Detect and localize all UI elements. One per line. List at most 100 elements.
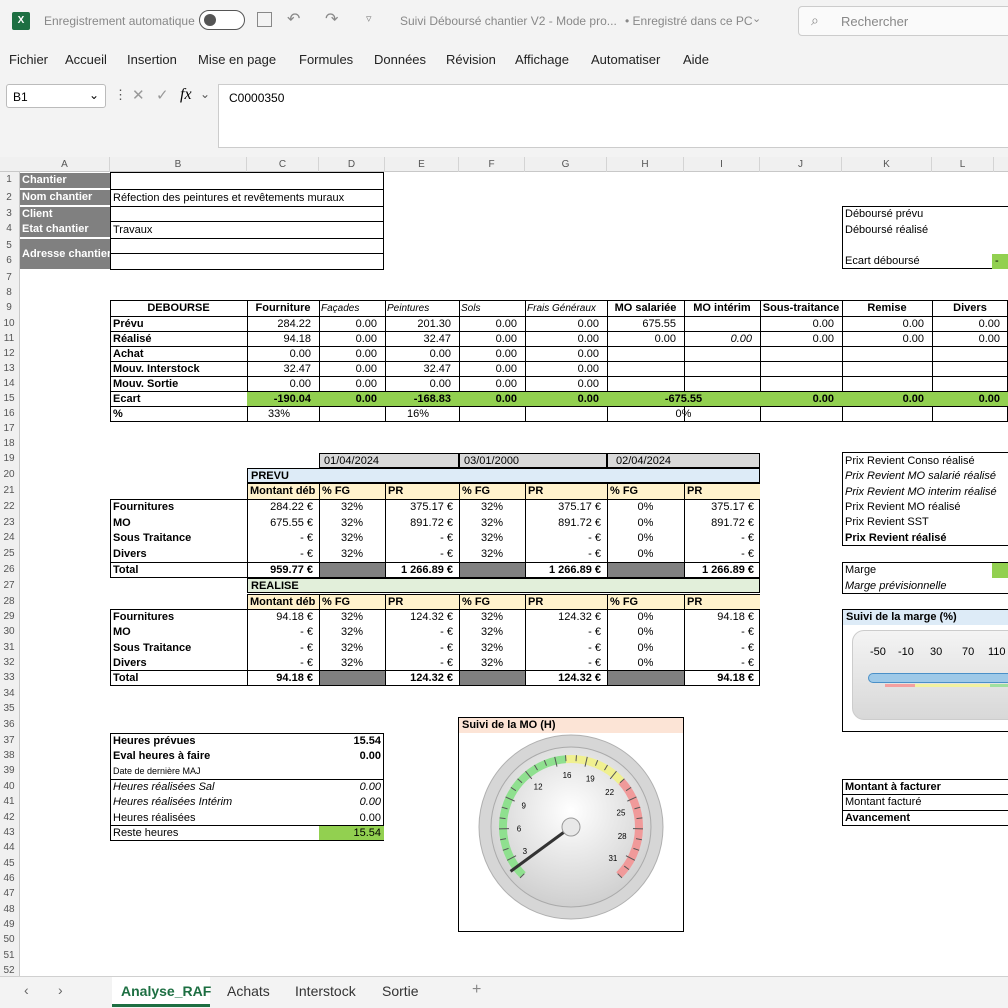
debourse-cell[interactable]: 0.00 bbox=[607, 332, 676, 347]
row-header-30[interactable]: 30 bbox=[0, 624, 18, 639]
qat-more-icon[interactable]: ▿ bbox=[366, 12, 372, 25]
row-header-21[interactable]: 21 bbox=[0, 483, 18, 498]
row-header-49[interactable]: 49 bbox=[0, 917, 18, 932]
col-header-d[interactable]: D bbox=[319, 157, 385, 172]
row-header-31[interactable]: 31 bbox=[0, 640, 18, 655]
debourse-cell[interactable]: 32.47 bbox=[385, 362, 451, 377]
debourse-cell[interactable]: 201.30 bbox=[385, 317, 451, 332]
next-sheet-icon[interactable]: › bbox=[58, 982, 63, 998]
row-header-9[interactable]: 9 bbox=[0, 300, 18, 315]
row-header-4[interactable]: 4 bbox=[0, 221, 18, 236]
row-header-1[interactable]: 1 bbox=[0, 172, 18, 187]
col-header-g[interactable]: G bbox=[525, 157, 607, 172]
col-header-j[interactable]: J bbox=[760, 157, 842, 172]
prevu-cell[interactable]: 891.72 € bbox=[525, 516, 601, 531]
debourse-cell[interactable]: 0.00 bbox=[459, 317, 517, 332]
debourse-cell[interactable]: 0.00 bbox=[247, 377, 311, 392]
realise-cell[interactable]: 32% bbox=[459, 656, 525, 671]
menu-automatiser[interactable]: Automatiser bbox=[591, 52, 660, 67]
col-header-e[interactable]: E bbox=[385, 157, 459, 172]
row-header-39[interactable]: 39 bbox=[0, 763, 18, 778]
debourse-cell[interactable]: 0.00 bbox=[319, 377, 377, 392]
marge-value[interactable] bbox=[992, 563, 1008, 578]
debourse-cell[interactable]: 0.00 bbox=[842, 332, 924, 347]
debourse-cell[interactable]: 0.00 bbox=[525, 377, 599, 392]
menu-affichage[interactable]: Affichage bbox=[515, 52, 569, 67]
cancel-icon[interactable]: ✕ bbox=[132, 86, 145, 104]
realise-cell[interactable]: 124.32 € bbox=[525, 671, 601, 686]
row-header-15[interactable]: 15 bbox=[0, 391, 18, 406]
menu-revision[interactable]: Révision bbox=[446, 52, 496, 67]
debourse-cell[interactable]: 0.00 bbox=[319, 362, 377, 377]
realise-cell[interactable]: - € bbox=[247, 656, 313, 671]
realise-cell[interactable]: 0% bbox=[607, 641, 684, 656]
prevu-cell[interactable]: 1 266.89 € bbox=[525, 563, 601, 578]
heures-value[interactable]: 0.00 bbox=[319, 795, 381, 810]
debourse-cell[interactable]: 33% bbox=[247, 407, 311, 422]
debourse-cell[interactable]: 0.00 bbox=[459, 347, 517, 362]
realise-cell[interactable]: 32% bbox=[459, 625, 525, 640]
realise-cell[interactable]: 124.32 € bbox=[385, 671, 453, 686]
menu-mise-en-page[interactable]: Mise en page bbox=[198, 52, 276, 67]
menu-formules[interactable]: Formules bbox=[299, 52, 353, 67]
row-header-47[interactable]: 47 bbox=[0, 886, 18, 901]
debourse-cell[interactable]: 0.00 bbox=[385, 377, 451, 392]
debourse-cell[interactable]: 0.00 bbox=[459, 362, 517, 377]
debourse-cell[interactable]: 0.00 bbox=[459, 332, 517, 347]
excel-logo-icon[interactable]: X bbox=[12, 12, 30, 30]
undo-icon[interactable]: ↶ bbox=[287, 9, 300, 29]
realise-cell[interactable]: - € bbox=[385, 625, 453, 640]
row-header-17[interactable]: 17 bbox=[0, 421, 18, 436]
debourse-cell[interactable]: 0.00 bbox=[760, 392, 834, 407]
debourse-cell[interactable]: 284.22 bbox=[247, 317, 311, 332]
realise-cell[interactable]: - € bbox=[684, 656, 754, 671]
ecart-debourse-value[interactable]: - bbox=[992, 254, 1008, 269]
debourse-cell[interactable]: 32.47 bbox=[247, 362, 311, 377]
debourse-cell[interactable]: 0.00 bbox=[932, 392, 1000, 407]
debourse-cell[interactable]: 0.00 bbox=[684, 332, 752, 347]
row-header-23[interactable]: 23 bbox=[0, 515, 18, 530]
debourse-cell[interactable]: 16% bbox=[385, 407, 451, 422]
chevron-down-icon[interactable]: ⌄ bbox=[89, 88, 99, 102]
prev-sheet-icon[interactable]: ‹ bbox=[24, 982, 29, 998]
chevron-down-icon[interactable]: ⌄ bbox=[200, 87, 210, 101]
prevu-cell[interactable]: - € bbox=[247, 531, 313, 546]
realise-cell[interactable]: 124.32 € bbox=[525, 610, 601, 625]
realise-cell[interactable]: - € bbox=[525, 641, 601, 656]
prevu-cell[interactable]: 891.72 € bbox=[385, 516, 453, 531]
prevu-cell[interactable]: 1 266.89 € bbox=[385, 563, 453, 578]
heures-value[interactable]: 0.00 bbox=[319, 811, 381, 826]
row-header-45[interactable]: 45 bbox=[0, 856, 18, 871]
debourse-cell[interactable]: -675.55 bbox=[607, 392, 760, 407]
debourse-cell[interactable]: 0.00 bbox=[760, 332, 834, 347]
prevu-cell[interactable]: - € bbox=[385, 547, 453, 562]
prevu-cell[interactable]: - € bbox=[525, 547, 601, 562]
heures-value[interactable]: 0.00 bbox=[319, 749, 381, 764]
col-header-k[interactable]: K bbox=[842, 157, 932, 172]
row-header-43[interactable]: 43 bbox=[0, 825, 18, 840]
realise-cell[interactable]: 32% bbox=[319, 656, 385, 671]
search-box[interactable]: ⌕ Rechercher bbox=[798, 6, 1008, 36]
prevu-cell[interactable]: 32% bbox=[319, 500, 385, 515]
realise-cell[interactable]: 94.18 € bbox=[247, 610, 313, 625]
debourse-cell[interactable]: 0.00 bbox=[319, 317, 377, 332]
row-header-19[interactable]: 19 bbox=[0, 451, 18, 466]
redo-icon[interactable]: ↷ bbox=[325, 9, 338, 29]
debourse-cell[interactable]: 0.00 bbox=[760, 317, 834, 332]
enter-icon[interactable]: ✓ bbox=[156, 86, 169, 104]
realise-cell[interactable]: - € bbox=[247, 625, 313, 640]
row-header-16[interactable]: 16 bbox=[0, 406, 18, 421]
debourse-cell[interactable]: 0.00 bbox=[525, 317, 599, 332]
col-header-c[interactable]: C bbox=[247, 157, 319, 172]
debourse-cell[interactable]: 32.47 bbox=[385, 332, 451, 347]
col-header-b[interactable]: B bbox=[110, 157, 247, 172]
row-header-41[interactable]: 41 bbox=[0, 794, 18, 809]
debourse-cell[interactable]: 94.18 bbox=[247, 332, 311, 347]
row-header-6[interactable]: 6 bbox=[0, 253, 18, 268]
row-header-36[interactable]: 36 bbox=[0, 717, 18, 732]
row-header-3[interactable]: 3 bbox=[0, 206, 18, 221]
debourse-cell[interactable]: 0.00 bbox=[247, 347, 311, 362]
row-header-26[interactable]: 26 bbox=[0, 562, 18, 577]
row-header-50[interactable]: 50 bbox=[0, 932, 18, 947]
heures-value[interactable]: 15.54 bbox=[319, 826, 381, 841]
